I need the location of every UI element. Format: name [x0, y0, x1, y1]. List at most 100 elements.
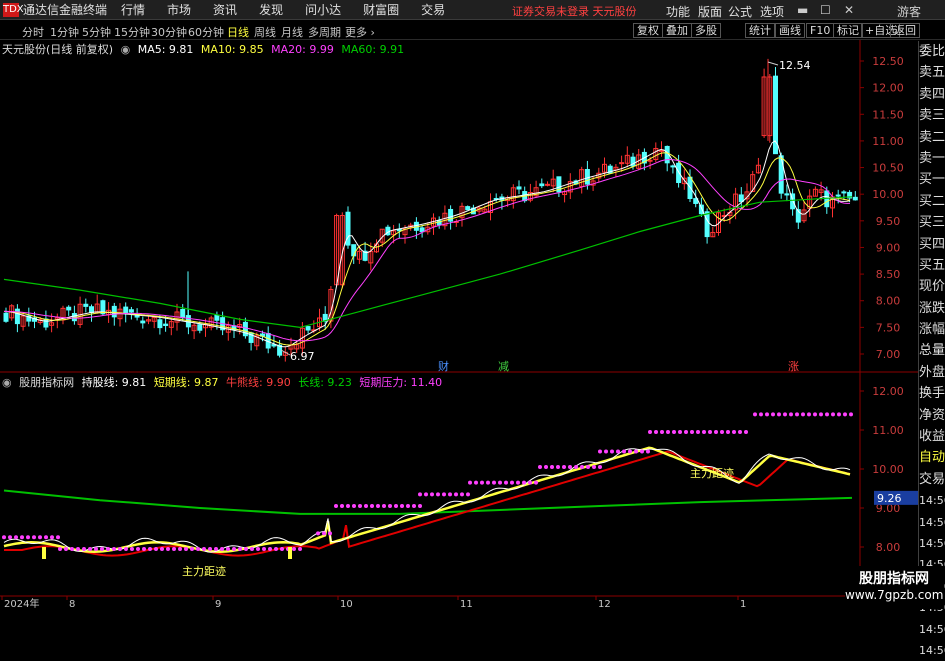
pressure-dot [196, 546, 200, 551]
side-panel-item[interactable]: 涨跌 [919, 298, 945, 319]
pressure-dot [654, 429, 658, 434]
pressure-dot [376, 504, 380, 509]
pressure-dot [556, 465, 560, 470]
side-panel-item[interactable]: 买四 [919, 234, 945, 255]
pressure-dot [100, 546, 104, 551]
side-panel-item[interactable]: 卖二 [919, 127, 945, 148]
pressure-dot [70, 546, 74, 551]
pressure-dot [148, 546, 152, 551]
side-panel-item[interactable]: 涨幅 [919, 319, 945, 340]
side-panel-item[interactable]: 14:56 [919, 640, 945, 661]
side-panel-item[interactable]: 买一 [919, 169, 945, 190]
side-panel-item[interactable]: 收益 [919, 426, 945, 447]
signal-marker [42, 547, 46, 559]
pressure-dot [268, 546, 272, 551]
pressure-dot [56, 535, 60, 540]
month-label: 1 [740, 599, 746, 609]
candle-down [3, 312, 9, 322]
pressure-dot [340, 504, 344, 509]
price-tick-label: 7.00 [876, 348, 901, 361]
side-panel-item[interactable]: 自动 [919, 447, 945, 468]
side-panel-item[interactable]: 净资 [919, 405, 945, 426]
candle-down [539, 183, 545, 187]
watermark-url: www.7gpzb.com [845, 588, 944, 602]
pressure-dot [64, 546, 68, 551]
pressure-dot [646, 449, 650, 454]
pressure-dot [160, 546, 164, 551]
pressure-dot [2, 535, 6, 540]
side-panel-item[interactable]: 买五 [919, 255, 945, 276]
pressure-dot [610, 449, 614, 454]
pressure-dot [568, 465, 572, 470]
price-tick-label: 9.50 [876, 215, 901, 228]
candle-down [738, 194, 744, 203]
side-panel-item[interactable]: 14:56 [919, 533, 945, 554]
pressure-dot [418, 504, 422, 509]
pressure-dot [418, 492, 422, 497]
pressure-dot [510, 480, 514, 485]
side-panel-item[interactable]: 14:56 [919, 490, 945, 511]
pressure-dot [76, 546, 80, 551]
candle-down [852, 196, 858, 201]
pressure-dot [142, 546, 146, 551]
month-label: 12 [598, 599, 611, 609]
month-label: 9 [215, 599, 221, 609]
pressure-dot [825, 412, 829, 417]
pressure-dot [214, 546, 218, 551]
pressure-dot [166, 546, 170, 551]
pressure-dot [202, 546, 206, 551]
pressure-dot [738, 429, 742, 434]
price-tick-label: 12.50 [872, 55, 904, 68]
price-tick-label: 11.00 [872, 135, 904, 148]
side-panel-item[interactable]: 卖五 [919, 62, 945, 83]
pressure-dot [538, 465, 542, 470]
candle-down [698, 204, 704, 215]
quote-side-panel[interactable]: 委比 卖五 卖四 卖三 卖二 卖一 买一 买二 买三 买四 买五 现价 涨跌 涨幅 总量 外盘 换手 净资 收益 自动… [918, 41, 945, 657]
pressure-dot [765, 412, 769, 417]
pressure-dot [492, 480, 496, 485]
pressure-dot [714, 429, 718, 434]
pressure-dot [843, 412, 847, 417]
pressure-dot [44, 535, 48, 540]
pressure-dot [726, 429, 730, 434]
candle-up [619, 162, 625, 165]
pressure-dot [136, 546, 140, 551]
pressure-dot [436, 492, 440, 497]
pressure-dot [598, 465, 602, 470]
side-panel-item[interactable]: 买三 [919, 212, 945, 233]
side-panel-item[interactable]: 现价 [919, 276, 945, 297]
side-panel-item[interactable]: 卖三 [919, 105, 945, 126]
short-line [3, 446, 851, 553]
pressure-dot [504, 480, 508, 485]
candle-down [351, 244, 357, 257]
pressure-dot [622, 449, 626, 454]
pressure-dot [364, 504, 368, 509]
side-panel-item[interactable]: 委比 [919, 41, 945, 62]
side-panel-item[interactable]: 卖四 [919, 84, 945, 105]
pressure-dot [454, 492, 458, 497]
pressure-dot [94, 546, 98, 551]
pressure-dot [172, 546, 176, 551]
side-panel-item[interactable]: 外盘 [919, 362, 945, 383]
side-panel-item[interactable]: 14:56 [919, 512, 945, 533]
pressure-dot [448, 492, 452, 497]
pressure-dot [486, 480, 490, 485]
side-panel-item[interactable]: 14:56 [919, 619, 945, 640]
pressure-dot [20, 535, 24, 540]
pressure-dot [849, 412, 853, 417]
pressure-dot [430, 492, 434, 497]
price-tick-label: 10.00 [872, 188, 904, 201]
pressure-dot [831, 412, 835, 417]
price-tick-label: 8.00 [876, 295, 901, 308]
kline-chart[interactable]: 12.50 12.00 11.50 11.00 10.50 10.00 9.50 9.00 8.… [0, 0, 945, 609]
side-panel-item[interactable]: 卖一 [919, 148, 945, 169]
pressure-dot [26, 535, 30, 540]
side-panel-item[interactable]: 总量 [919, 340, 945, 361]
side-panel-item[interactable]: 换手 [919, 383, 945, 404]
pressure-dot [106, 546, 110, 551]
pressure-dot [522, 480, 526, 485]
candle-down [140, 320, 146, 324]
side-panel-item[interactable]: 交易 [919, 469, 945, 490]
side-panel-item[interactable]: 买二 [919, 191, 945, 212]
pressure-dot [628, 449, 632, 454]
